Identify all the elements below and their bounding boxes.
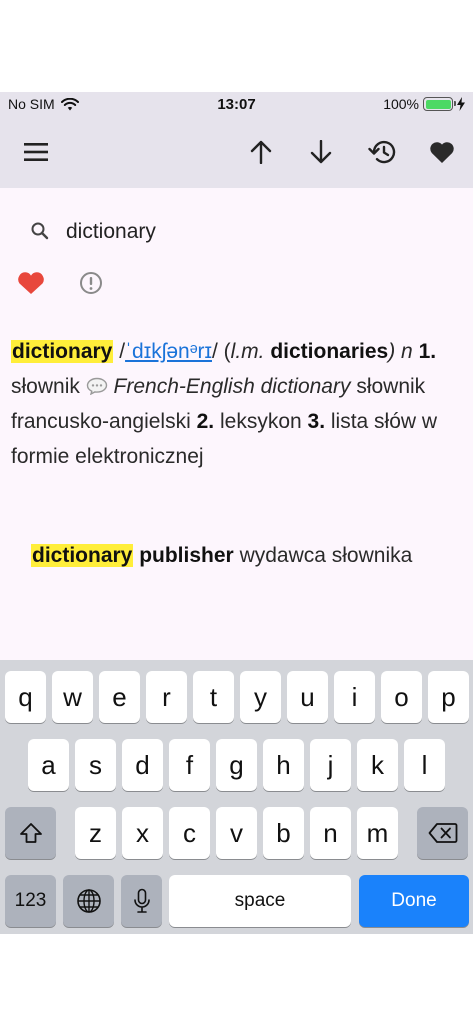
history-icon (368, 140, 396, 164)
sense-2-number: 2. (196, 410, 215, 433)
arrow-up-icon (250, 140, 272, 164)
key-v[interactable]: v (216, 807, 257, 859)
key-j[interactable]: j (310, 739, 351, 791)
entry-content: dictionary /ˈdɪkʃənᵊrɪ/ (l.m. dictionari… (0, 188, 473, 660)
hamburger-menu-icon (24, 143, 48, 161)
pron-close: / ( (212, 340, 231, 363)
charging-bolt-icon (457, 97, 465, 111)
key-s[interactable]: s (75, 739, 116, 791)
key-c[interactable]: c (169, 807, 210, 859)
menu-button[interactable] (16, 132, 56, 172)
key-t[interactable]: t (193, 671, 234, 723)
status-right: 100% (383, 96, 465, 112)
key-z[interactable]: z (75, 807, 116, 859)
key-m[interactable]: m (357, 807, 398, 859)
report-error-button[interactable] (78, 270, 104, 296)
alert-circle-icon (80, 272, 102, 294)
shift-arrow-icon (19, 823, 42, 843)
dictation-key[interactable] (121, 875, 162, 927)
example-english: French-English dictionary (113, 375, 351, 398)
microphone-icon (133, 888, 150, 913)
battery-icon (423, 97, 456, 111)
done-key[interactable]: Done (359, 875, 469, 927)
dictionary-entry: dictionary /ˈdɪkʃənᵊrɪ/ (l.m. dictionari… (11, 334, 461, 474)
key-i[interactable]: i (334, 671, 375, 723)
pronunciation-link[interactable]: ˈdɪkʃənᵊrɪ (125, 340, 212, 363)
key-u[interactable]: u (287, 671, 328, 723)
arrow-down-icon (310, 140, 332, 164)
key-b[interactable]: b (263, 807, 304, 859)
key-y[interactable]: y (240, 671, 281, 723)
battery-percent: 100% (383, 96, 419, 112)
toolbar (0, 116, 473, 188)
phrase-translation: wydawca słownika (239, 544, 413, 567)
key-g[interactable]: g (216, 739, 257, 791)
plural-label: l.m. (230, 340, 265, 363)
space-key[interactable]: space (169, 875, 351, 927)
numbers-key[interactable]: 123 (5, 875, 56, 927)
backspace-key[interactable] (417, 807, 468, 859)
sense-1-text: słownik (11, 375, 80, 398)
sense-3-number: 3. (307, 410, 326, 433)
phrase-entry: dictionary publisher wydawca słownika (31, 538, 451, 573)
keyboard: q w e r t y u i o p a s d f g h j k l z … (0, 660, 473, 934)
globe-key[interactable] (63, 875, 114, 927)
key-l[interactable]: l (404, 739, 445, 791)
heart-icon (430, 141, 454, 163)
key-d[interactable]: d (122, 739, 163, 791)
sense-2-text: leksykon (219, 410, 302, 433)
key-h[interactable]: h (263, 739, 304, 791)
search-icon (31, 222, 49, 240)
speech-bubble-icon[interactable] (86, 377, 108, 395)
key-x[interactable]: x (122, 807, 163, 859)
entry-headword: dictionary (11, 340, 114, 363)
next-entry-button[interactable] (301, 132, 341, 172)
status-bar: No SIM 13:07 100% (0, 92, 473, 116)
top-blank-area (0, 0, 473, 92)
bottom-blank-area (0, 934, 473, 1024)
key-o[interactable]: o (381, 671, 422, 723)
key-w[interactable]: w (52, 671, 93, 723)
plural-form: dictionaries (270, 340, 389, 363)
add-to-favorites-button[interactable] (16, 270, 46, 296)
globe-icon (76, 889, 101, 913)
key-r[interactable]: r (146, 671, 187, 723)
phrase-term: publisher (139, 544, 234, 567)
history-button[interactable] (362, 132, 402, 172)
key-n[interactable]: n (310, 807, 351, 859)
key-a[interactable]: a (28, 739, 69, 791)
key-p[interactable]: p (428, 671, 469, 723)
previous-entry-button[interactable] (241, 132, 281, 172)
key-f[interactable]: f (169, 739, 210, 791)
search-input[interactable] (66, 214, 446, 250)
search-bar (0, 188, 473, 274)
shift-key[interactable] (5, 807, 56, 859)
key-k[interactable]: k (357, 739, 398, 791)
key-e[interactable]: e (99, 671, 140, 723)
part-of-speech: ) n (388, 340, 413, 363)
sense-1-number: 1. (418, 340, 437, 363)
favorites-button[interactable] (422, 132, 462, 172)
key-q[interactable]: q (5, 671, 46, 723)
backspace-icon (428, 823, 457, 843)
heart-filled-icon (18, 272, 44, 294)
phrase-headword: dictionary (31, 544, 134, 567)
